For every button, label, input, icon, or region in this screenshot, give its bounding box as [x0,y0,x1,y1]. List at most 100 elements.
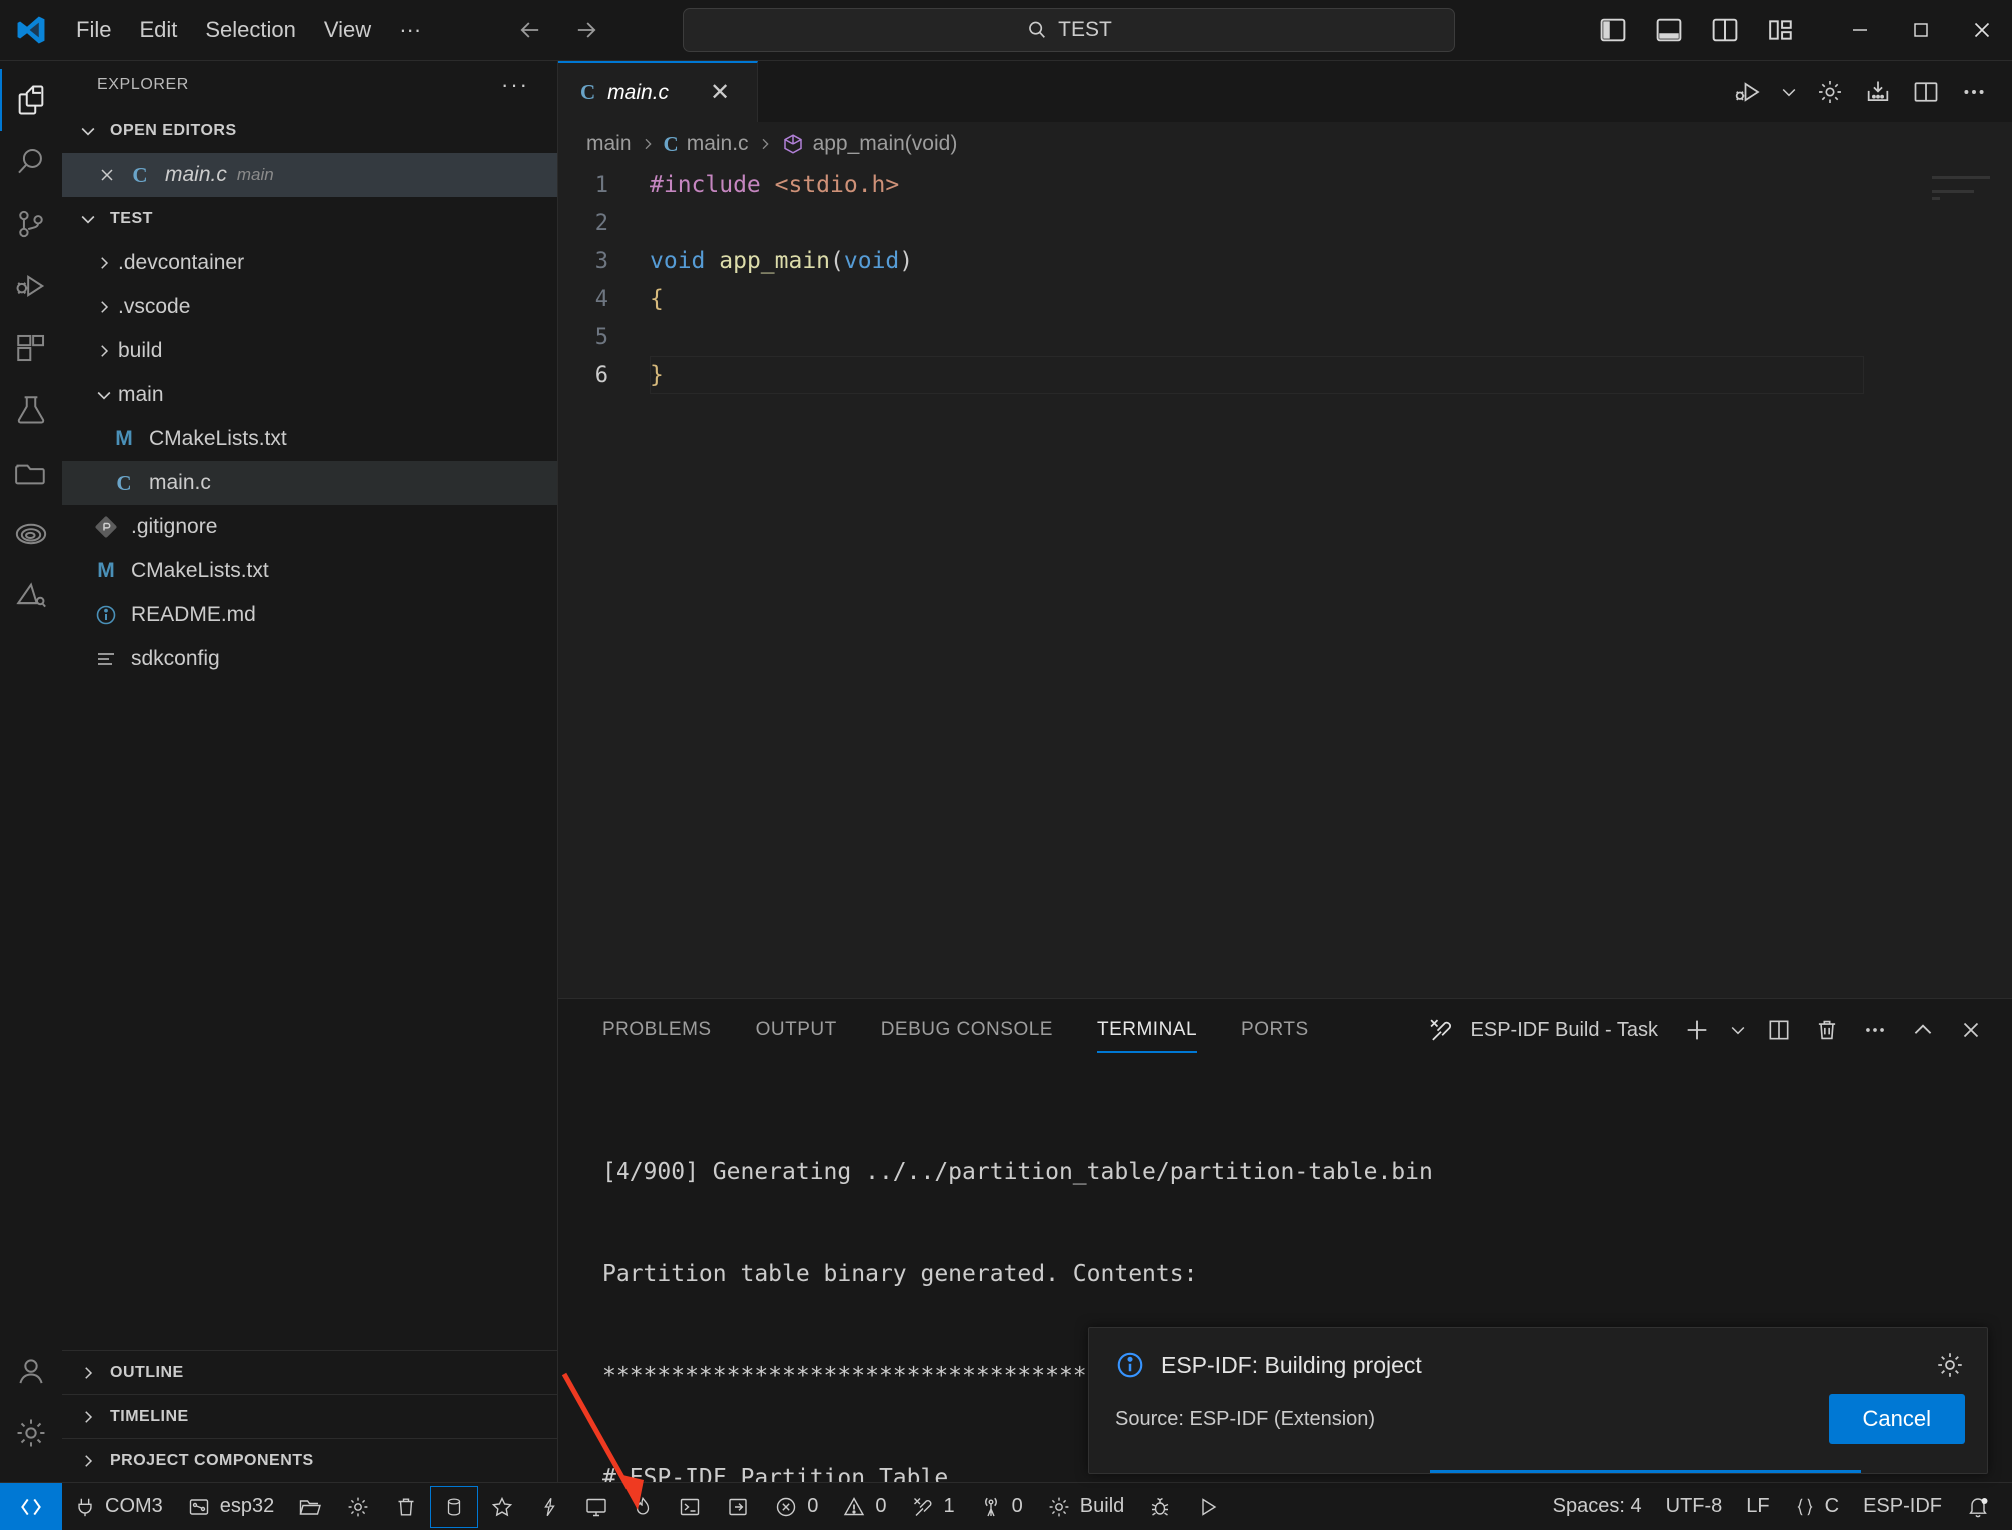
status-encoding[interactable]: UTF-8 [1654,1483,1735,1530]
chevron-up-icon[interactable] [1902,1009,1944,1051]
chevron-down-icon[interactable] [1724,1009,1752,1051]
remote-window-icon[interactable] [0,1483,62,1530]
minimap[interactable] [1932,176,1994,212]
status-eol[interactable]: LF [1734,1483,1781,1530]
tree-item-readme[interactable]: README.md [62,593,557,637]
section-outline[interactable]: OUTLINE [62,1350,557,1394]
gear-icon[interactable] [1935,1350,1965,1380]
accounts-icon[interactable] [0,1340,62,1402]
tab-debug-console[interactable]: DEBUG CONSOLE [881,999,1053,1061]
close-icon[interactable] [90,165,124,185]
sidebar-item-search[interactable] [0,131,62,193]
status-open-terminal[interactable] [666,1483,714,1530]
status-indentation[interactable]: Spaces: 4 [1541,1483,1654,1530]
command-center[interactable]: TEST [683,8,1455,52]
sidebar-item-remote-explorer[interactable] [0,441,62,503]
tree-item-build[interactable]: build [62,329,557,373]
tree-item-root-cmakelists[interactable]: M CMakeLists.txt [62,549,557,593]
sidebar-more-actions[interactable]: ··· [493,72,537,98]
section-workspace[interactable]: TEST [62,197,557,241]
ellipsis-icon[interactable] [1952,70,1996,114]
arrow-right-icon[interactable] [569,13,603,47]
maximize-window[interactable] [1890,0,1951,61]
status-errors[interactable]: 0 [762,1483,830,1530]
status-idf-monitor[interactable] [620,1483,666,1530]
tab-output[interactable]: OUTPUT [756,999,837,1061]
split-editor-icon[interactable] [1904,70,1948,114]
tree-item-gitignore[interactable]: .gitignore [62,505,557,549]
sidebar-item-extensions[interactable] [0,317,62,379]
status-tasks[interactable]: 1 [899,1483,967,1530]
sidebar-item-source-control[interactable] [0,193,62,255]
arrow-left-icon[interactable] [513,13,547,47]
minimize-window[interactable] [1829,0,1890,61]
section-project-components[interactable]: PROJECT COMPONENTS [62,1438,557,1482]
status-esp-idf-version[interactable]: ESP-IDF [1851,1483,1954,1530]
sidebar-item-espressif-idf[interactable] [0,503,62,565]
status-run-openocd[interactable] [714,1483,762,1530]
menu-edit[interactable]: Edit [125,13,191,47]
status-run-command[interactable] [1184,1483,1232,1530]
status-radio-tower[interactable]: 0 [967,1483,1035,1530]
tab-terminal[interactable]: TERMINAL [1097,999,1197,1061]
status-favorites[interactable] [478,1483,526,1530]
ellipsis-icon[interactable] [1854,1009,1896,1051]
terminal-icon [678,1495,702,1519]
status-monitor-device[interactable] [572,1483,620,1530]
status-flash-device[interactable] [430,1486,478,1528]
breadcrumb-symbol[interactable]: app_main(void) [781,132,958,156]
code-editor[interactable]: 1 #include <stdio.h> 2 3 void app_main(v… [558,166,2012,998]
split-icon[interactable] [1758,1009,1800,1051]
sidebar-item-platformio[interactable] [0,565,62,627]
status-warnings[interactable]: 0 [830,1483,898,1530]
sidebar-item-run-and-debug[interactable] [0,255,62,317]
tree-item-main-c[interactable]: C main.c [62,461,557,505]
status-debug-command[interactable] [1136,1483,1184,1530]
tree-item-main-folder[interactable]: main [62,373,557,417]
tab-label: main.c [607,81,669,105]
layout-grid-icon[interactable] [1759,10,1803,50]
status-sdk-configuration-editor[interactable] [334,1483,382,1530]
status-open-workspace-folder[interactable] [286,1483,334,1530]
sidebar-item-explorer[interactable] [0,69,62,131]
status-notifications[interactable] [1954,1483,2012,1530]
tab-problems[interactable]: PROBLEMS [602,999,712,1061]
flash-download-icon[interactable] [1856,70,1900,114]
sidebar-item-testing[interactable] [0,379,62,441]
section-open-editors[interactable]: OPEN EDITORS [62,109,557,153]
tree-item-devcontainer[interactable]: .devcontainer [62,241,557,285]
menu-file[interactable]: File [62,13,125,47]
panel-left-icon[interactable] [1591,10,1635,50]
close-icon[interactable]: ✕ [703,78,737,107]
plus-icon[interactable] [1676,1009,1718,1051]
tree-item-sdkconfig[interactable]: sdkconfig [62,637,557,681]
tree-item-vscode[interactable]: .vscode [62,285,557,329]
gear-icon[interactable] [0,1402,62,1464]
panel-bottom-icon[interactable] [1647,10,1691,50]
tools-icon [911,1495,935,1519]
status-serial-port[interactable]: COM3 [62,1483,175,1530]
tab-ports[interactable]: PORTS [1241,999,1309,1061]
debug-run-icon[interactable] [1726,70,1770,114]
open-editor-item[interactable]: C main.c main [62,153,557,197]
status-build-command[interactable]: Build [1035,1483,1136,1530]
section-timeline[interactable]: TIMELINE [62,1394,557,1438]
status-full-clean[interactable] [382,1483,430,1530]
menu-selection[interactable]: Selection [191,13,310,47]
panel-right-icon[interactable] [1703,10,1747,50]
trash-icon[interactable] [1806,1009,1848,1051]
status-idf-target[interactable]: esp32 [175,1483,287,1530]
menu-more[interactable]: ··· [385,13,435,47]
tab-main-c[interactable]: C main.c ✕ [558,61,758,122]
status-language-mode[interactable]: C [1782,1483,1851,1530]
chevron-down-icon[interactable] [1774,70,1804,114]
close-icon[interactable] [1950,1009,1992,1051]
breadcrumb-folder[interactable]: main [586,132,632,156]
tree-item-main-cmakelists[interactable]: M CMakeLists.txt [62,417,557,461]
cancel-button[interactable]: Cancel [1829,1394,1965,1444]
menu-view[interactable]: View [310,13,385,47]
close-window[interactable] [1951,0,2012,61]
breadcrumb-file[interactable]: C main.c [664,132,749,157]
gear-icon[interactable] [1808,70,1852,114]
status-build-flash-monitor[interactable] [526,1483,572,1530]
